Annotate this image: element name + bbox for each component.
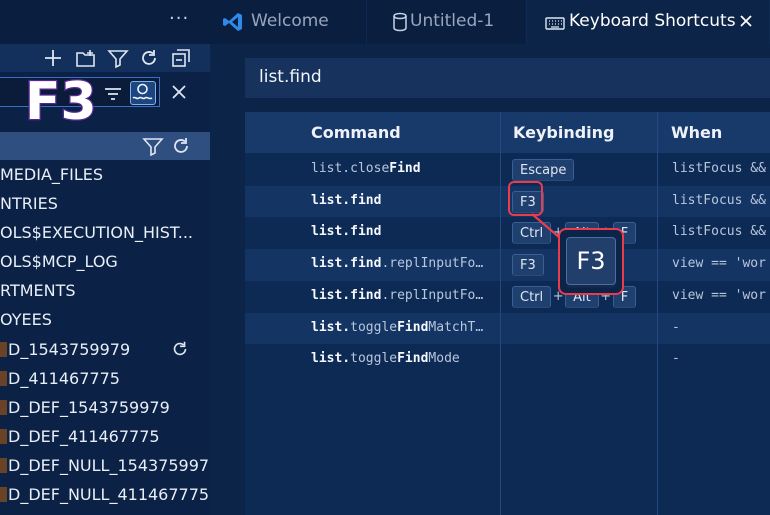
keypress-overlay: F3 <box>24 71 98 134</box>
key-cap: F3 <box>512 254 544 277</box>
keybinding-row[interactable]: list.find.replInputFo… F3 view == 'wor <box>245 249 770 281</box>
tree-item[interactable]: OLS$EXECUTION_HIST... <box>0 218 210 247</box>
keybinding-row[interactable]: list.findCtrl+Alt+FlistFocus && <box>245 217 770 249</box>
zoomed-key: F3 <box>566 237 616 285</box>
column-header-command[interactable]: Command <box>311 123 401 142</box>
filter-icon[interactable] <box>142 135 164 157</box>
keybinding-keys[interactable]: F3 <box>512 254 544 277</box>
tab-label: Welcome <box>251 11 329 31</box>
table-icon <box>0 428 7 444</box>
table-icon <box>0 399 7 415</box>
tree-item-label: OLS$MCP_LOG <box>0 252 118 272</box>
tree-item[interactable]: D_DEF_NULL_1543759979 <box>0 451 210 480</box>
keybindings-search-input[interactable]: list.find <box>245 58 770 98</box>
when-clause: listFocus && <box>672 224 766 240</box>
when-clause: view == 'wor <box>672 287 766 303</box>
command-id: list.toggleFindMatchT… <box>311 319 484 335</box>
tree-item[interactable]: D_DEF_1543759979 <box>0 393 210 422</box>
tree-item-label: MEDIA_FILES <box>0 165 103 184</box>
column-divider <box>657 112 658 515</box>
close-find-icon[interactable] <box>169 82 189 102</box>
filter-mode-icon[interactable] <box>103 85 123 103</box>
keybinding-row[interactable]: list.find.replInputFo… Ctrl + Alt + Fview == … <box>245 281 770 313</box>
collapse-all-icon[interactable] <box>170 47 192 69</box>
keybinding-row[interactable]: list.toggleFindMatchT… - <box>245 312 770 345</box>
tree-item-label: D_DEF_411467775 <box>8 426 160 446</box>
keybinding-keys[interactable]: Escape <box>512 159 575 181</box>
tab-label: Untitled-1 <box>410 11 495 31</box>
when-clause: - <box>672 351 680 367</box>
command-id: list.find <box>311 224 382 240</box>
sidebar-toolbar <box>0 44 210 72</box>
key-cap: Ctrl <box>512 222 552 245</box>
when-clause: view == 'wor <box>672 256 766 272</box>
tree-item-label: D_1543759979 <box>8 339 131 359</box>
zoomed-key-callout: F3 <box>558 228 624 295</box>
database-icon <box>393 12 407 32</box>
table-icon <box>0 370 7 386</box>
tree-item-label: D_411467775 <box>8 368 120 388</box>
tree-item[interactable]: D_1543759979 <box>0 335 210 364</box>
tree-item[interactable]: OLS$MCP_LOG <box>0 247 210 276</box>
refresh-icon[interactable] <box>138 47 160 69</box>
column-header-keybinding[interactable]: Keybinding <box>513 123 615 142</box>
when-clause: - <box>672 319 680 335</box>
tree-item[interactable]: D_DEF_411467775 <box>0 422 210 451</box>
tree-item-label: NTRIES <box>0 194 58 214</box>
tree-item-label: D_DEF_NULL_1543759979 <box>8 455 210 475</box>
keybinding-highlight <box>508 181 543 216</box>
fuzzy-match-icon[interactable] <box>130 81 156 105</box>
refresh-icon[interactable] <box>170 339 190 359</box>
tree-item[interactable]: NTRIES <box>0 189 210 218</box>
table-icon <box>0 457 7 473</box>
keybinding-row[interactable]: list.closeFind Escape listFocus && <box>245 154 770 186</box>
key-cap: Ctrl <box>512 285 552 308</box>
table-tree: MEDIA_FILES NTRIES OLS$EXECUTION_HIST...… <box>0 160 210 509</box>
command-id: list.find <box>311 192 382 208</box>
search-value: list.find <box>259 67 322 87</box>
new-folder-icon[interactable] <box>75 47 97 69</box>
tab-welcome[interactable]: Welcome <box>210 0 367 44</box>
tree-item-label: RTMENTS <box>0 281 76 301</box>
tree-item[interactable]: D_411467775 <box>0 364 210 393</box>
vscode-logo-icon <box>223 13 242 31</box>
filter-icon[interactable] <box>107 47 129 69</box>
tree-item-label: OYEES <box>0 310 52 330</box>
tree-item-label: D_DEF_NULL_411467775 <box>8 485 210 505</box>
command-id: list.find.replInputFo… <box>311 256 484 272</box>
keyboard-shortcuts-editor: list.find Command Keybinding When list.c… <box>210 44 770 515</box>
keyboard-icon <box>545 17 565 30</box>
tree-item[interactable]: MEDIA_FILES <box>0 160 210 189</box>
column-divider <box>500 112 501 515</box>
table-icon <box>0 487 7 503</box>
command-id: list.toggleFindMode <box>311 351 460 367</box>
tables-section-header[interactable] <box>0 132 210 160</box>
keybinding-row[interactable]: list.toggleFindMode - <box>245 344 770 376</box>
table-header: Command Keybinding When <box>245 112 770 153</box>
tree-item-label: OLS$EXECUTION_HIST... <box>0 223 193 243</box>
close-icon[interactable] <box>736 11 756 31</box>
command-id: list.find.replInputFo… <box>311 287 484 303</box>
key-cap: Escape <box>512 159 575 181</box>
command-id: list.closeFind <box>311 161 421 176</box>
tab-keyboard-shortcuts[interactable]: Keyboard Shortcuts <box>527 0 770 44</box>
refresh-icon[interactable] <box>170 135 192 157</box>
tree-item[interactable]: OYEES <box>0 305 210 334</box>
editor-tab-bar: ··· Welcome Untitled-1 Keyboard Shortcut… <box>169 0 770 44</box>
tree-item[interactable]: D_DEF_NULL_411467775 <box>0 480 210 509</box>
tab-untitled[interactable]: Untitled-1 <box>367 0 527 44</box>
tab-label: Keyboard Shortcuts <box>569 11 736 31</box>
more-actions-icon[interactable]: ··· <box>169 8 189 29</box>
column-header-when[interactable]: When <box>671 123 722 142</box>
tree-item[interactable]: RTMENTS <box>0 276 210 305</box>
table-icon <box>0 341 7 357</box>
when-clause: listFocus && <box>672 161 766 176</box>
add-icon[interactable] <box>42 47 64 69</box>
explorer-sidebar: F3 MEDIA_FILES NTRIES OLS$EXECUTION_HIST… <box>0 0 210 515</box>
when-clause: listFocus && <box>672 192 766 208</box>
keybindings-table: Command Keybinding When list.closeFind Es… <box>245 112 770 515</box>
tree-item-label: D_DEF_1543759979 <box>8 397 170 417</box>
